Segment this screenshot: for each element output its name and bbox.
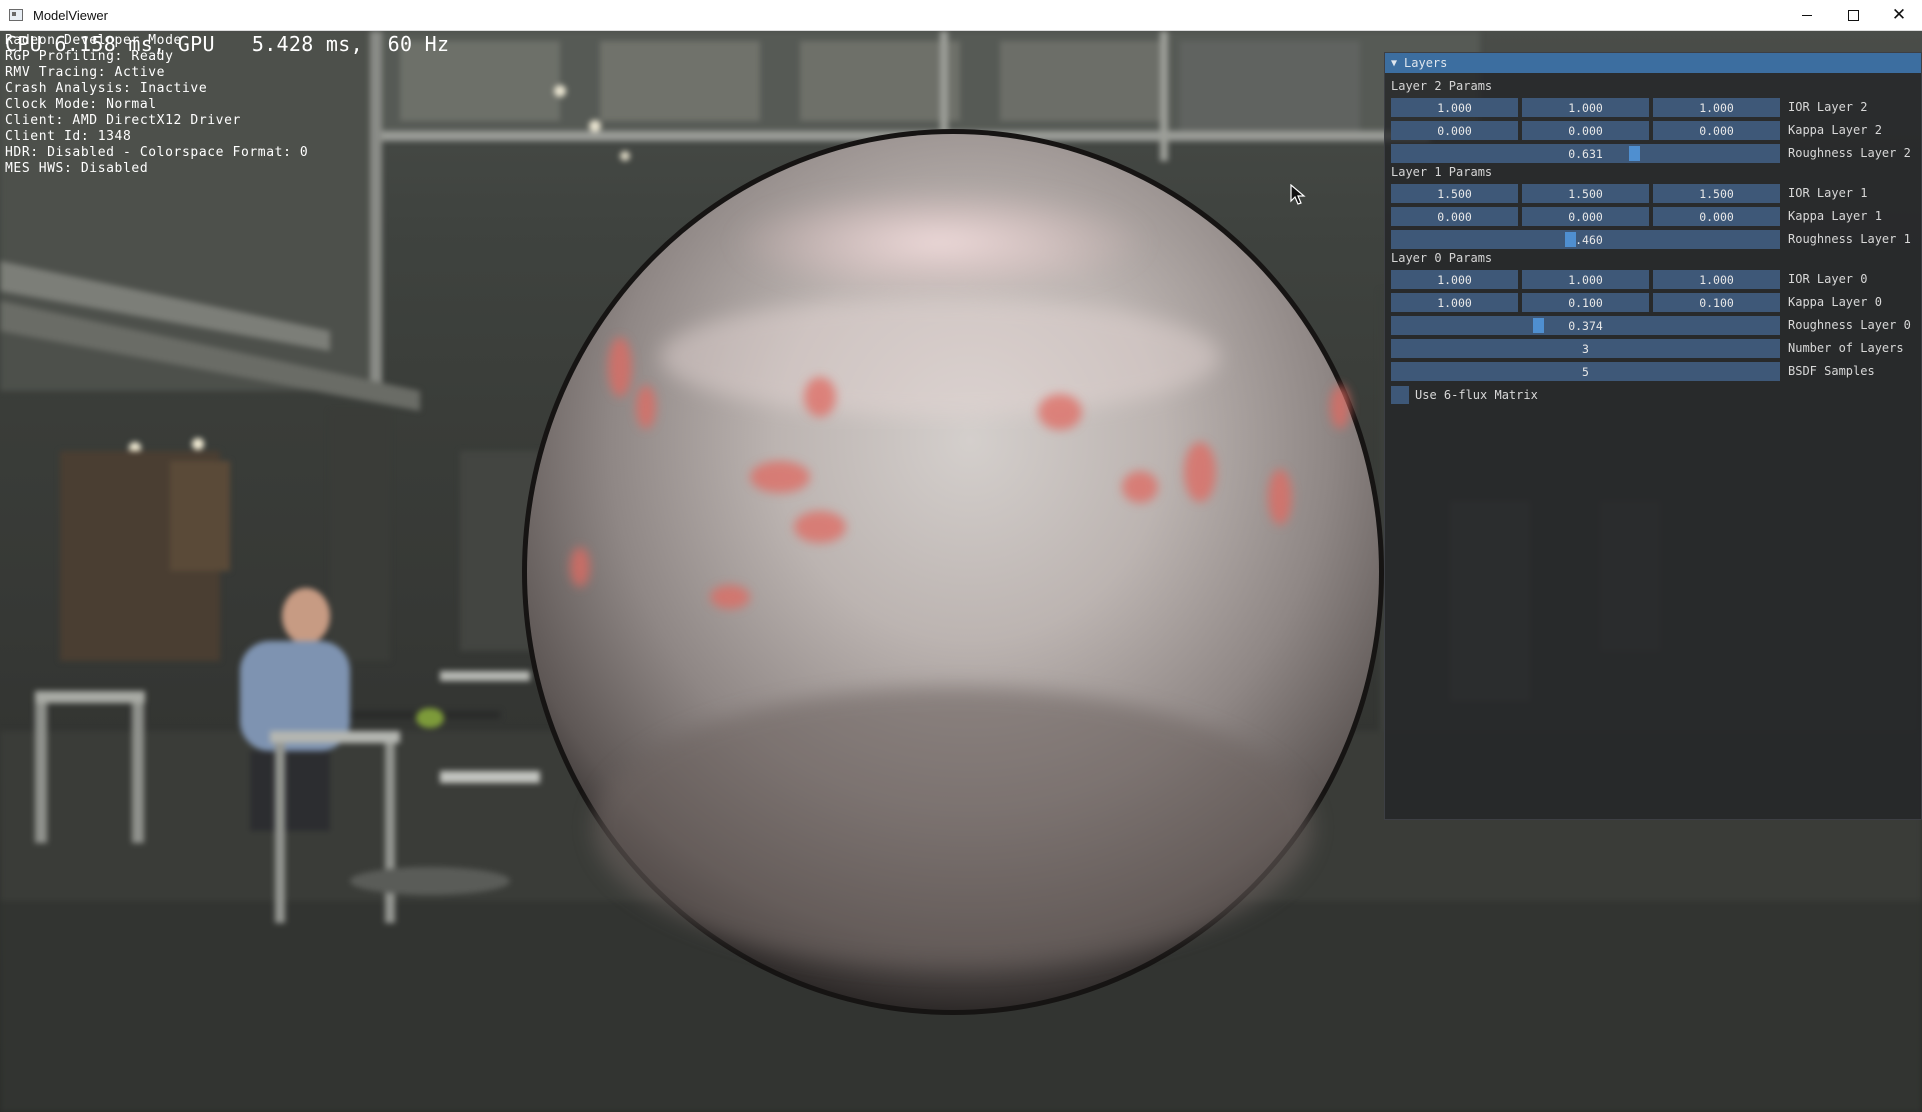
ior-layer0-y[interactable]: 1.000 — [1522, 270, 1649, 289]
roughness-layer2-value: 0.631 — [1568, 146, 1603, 161]
window-titlebar[interactable]: ModelViewer ✕ — [0, 0, 1922, 31]
ior-layer1-z[interactable]: 1.500 — [1653, 184, 1780, 203]
app-window-icon — [9, 9, 23, 21]
roughness-layer1-label: Roughness Layer 1 — [1788, 232, 1911, 246]
layers-panel-header[interactable]: ▼ Layers — [1385, 53, 1921, 73]
layers-panel-title: Layers — [1404, 56, 1448, 70]
bsdf-samples-row: 5 BSDF Samples — [1391, 362, 1921, 381]
roughness-layer2-slider[interactable]: 0.631 — [1391, 144, 1780, 163]
ior-layer2-row: 1.000 1.000 1.000 IOR Layer 2 — [1391, 98, 1921, 117]
stats-line: MES HWS: Disabled — [5, 161, 149, 176]
bsdf-samples-input[interactable]: 5 — [1391, 362, 1780, 381]
ior-layer0-row: 1.000 1.000 1.000 IOR Layer 0 — [1391, 270, 1921, 289]
cpu-frame-time: 6.158 ms, — [54, 32, 166, 56]
kappa-layer1-label: Kappa Layer 1 — [1788, 209, 1882, 223]
frame-time-readout: CPU 6.158 ms, GPU 5.428 ms, 60 Hz — [5, 32, 449, 56]
kappa-layer1-x[interactable]: 0.000 — [1391, 207, 1518, 226]
layer0-heading: Layer 0 Params — [1391, 251, 1493, 265]
cpu-label: CPU — [5, 32, 43, 56]
six-flux-checkbox[interactable] — [1391, 386, 1409, 404]
ior-layer2-label: IOR Layer 2 — [1788, 100, 1868, 114]
roughness-layer1-slider[interactable]: 0.460 — [1391, 230, 1780, 249]
stats-line: Clock Mode: Normal — [5, 97, 157, 112]
mouse-cursor-icon — [1290, 184, 1306, 205]
kappa-layer2-label: Kappa Layer 2 — [1788, 123, 1882, 137]
collapse-triangle-icon[interactable]: ▼ — [1391, 58, 1397, 69]
maximize-button[interactable] — [1830, 0, 1876, 30]
six-flux-label: Use 6-flux Matrix — [1415, 388, 1538, 402]
ior-layer0-x[interactable]: 1.000 — [1391, 270, 1518, 289]
stats-line: Crash Analysis: Inactive — [5, 81, 208, 96]
kappa-layer1-row: 0.000 0.000 0.000 Kappa Layer 1 — [1391, 207, 1921, 226]
number-of-layers-label: Number of Layers — [1788, 341, 1904, 355]
stats-line: Client: AMD DirectX12 Driver — [5, 113, 241, 128]
ior-layer1-x[interactable]: 1.500 — [1391, 184, 1518, 203]
kappa-layer0-y[interactable]: 0.100 — [1522, 293, 1649, 312]
ior-layer2-z[interactable]: 1.000 — [1653, 98, 1780, 117]
layers-panel[interactable]: ▼ Layers Layer 2 Params 1.000 1.000 1.00… — [1384, 52, 1922, 820]
bsdf-samples-label: BSDF Samples — [1788, 364, 1875, 378]
ior-layer2-x[interactable]: 1.000 — [1391, 98, 1518, 117]
kappa-layer0-x[interactable]: 1.000 — [1391, 293, 1518, 312]
roughness-layer0-value: 0.374 — [1568, 318, 1603, 333]
close-icon: ✕ — [1891, 4, 1907, 25]
ior-layer2-y[interactable]: 1.000 — [1522, 98, 1649, 117]
minimize-button[interactable] — [1784, 0, 1830, 30]
number-of-layers-input[interactable]: 3 — [1391, 339, 1780, 358]
kappa-layer1-z[interactable]: 0.000 — [1653, 207, 1780, 226]
maximize-icon — [1847, 9, 1859, 21]
roughness-layer2-label: Roughness Layer 2 — [1788, 146, 1911, 160]
roughness-layer1-row: 0.460 Roughness Layer 1 — [1391, 230, 1921, 249]
stats-line: RMV Tracing: Active — [5, 65, 166, 80]
refresh-rate: 60 Hz — [387, 32, 450, 56]
kappa-layer2-z[interactable]: 0.000 — [1653, 121, 1780, 140]
layer1-heading: Layer 1 Params — [1391, 165, 1493, 179]
ior-layer0-z[interactable]: 1.000 — [1653, 270, 1780, 289]
roughness-layer2-row: 0.631 Roughness Layer 2 — [1391, 144, 1921, 163]
kappa-layer0-z[interactable]: 0.100 — [1653, 293, 1780, 312]
rendered-sphere — [520, 127, 1386, 1017]
number-of-layers-row: 3 Number of Layers — [1391, 339, 1921, 358]
roughness-layer0-row: 0.374 Roughness Layer 0 — [1391, 316, 1921, 335]
kappa-layer2-x[interactable]: 0.000 — [1391, 121, 1518, 140]
kappa-layer0-row: 1.000 0.100 0.100 Kappa Layer 0 — [1391, 293, 1921, 312]
gpu-frame-time: 5.428 ms, — [251, 32, 363, 56]
roughness-layer0-grab[interactable] — [1532, 318, 1544, 333]
window-title: ModelViewer — [33, 7, 108, 23]
roughness-layer1-grab[interactable] — [1565, 232, 1577, 247]
ior-layer1-y[interactable]: 1.500 — [1522, 184, 1649, 203]
ior-layer0-label: IOR Layer 0 — [1788, 272, 1868, 286]
close-button[interactable]: ✕ — [1876, 0, 1922, 30]
kappa-layer2-row: 0.000 0.000 0.000 Kappa Layer 2 — [1391, 121, 1921, 140]
stats-line: HDR: Disabled - Colorspace Format: 0 — [5, 145, 309, 160]
ior-layer1-label: IOR Layer 1 — [1788, 186, 1868, 200]
minimize-icon — [1802, 14, 1812, 16]
kappa-layer0-label: Kappa Layer 0 — [1788, 295, 1882, 309]
roughness-layer0-slider[interactable]: 0.374 — [1391, 316, 1780, 335]
roughness-layer2-grab[interactable] — [1628, 146, 1640, 161]
ior-layer1-row: 1.500 1.500 1.500 IOR Layer 1 — [1391, 184, 1921, 203]
layer2-heading: Layer 2 Params — [1391, 79, 1493, 93]
stats-line: Client Id: 1348 — [5, 129, 132, 144]
kappa-layer1-y[interactable]: 0.000 — [1522, 207, 1649, 226]
kappa-layer2-y[interactable]: 0.000 — [1522, 121, 1649, 140]
gpu-label: GPU — [177, 32, 215, 56]
roughness-layer0-label: Roughness Layer 0 — [1788, 318, 1911, 332]
